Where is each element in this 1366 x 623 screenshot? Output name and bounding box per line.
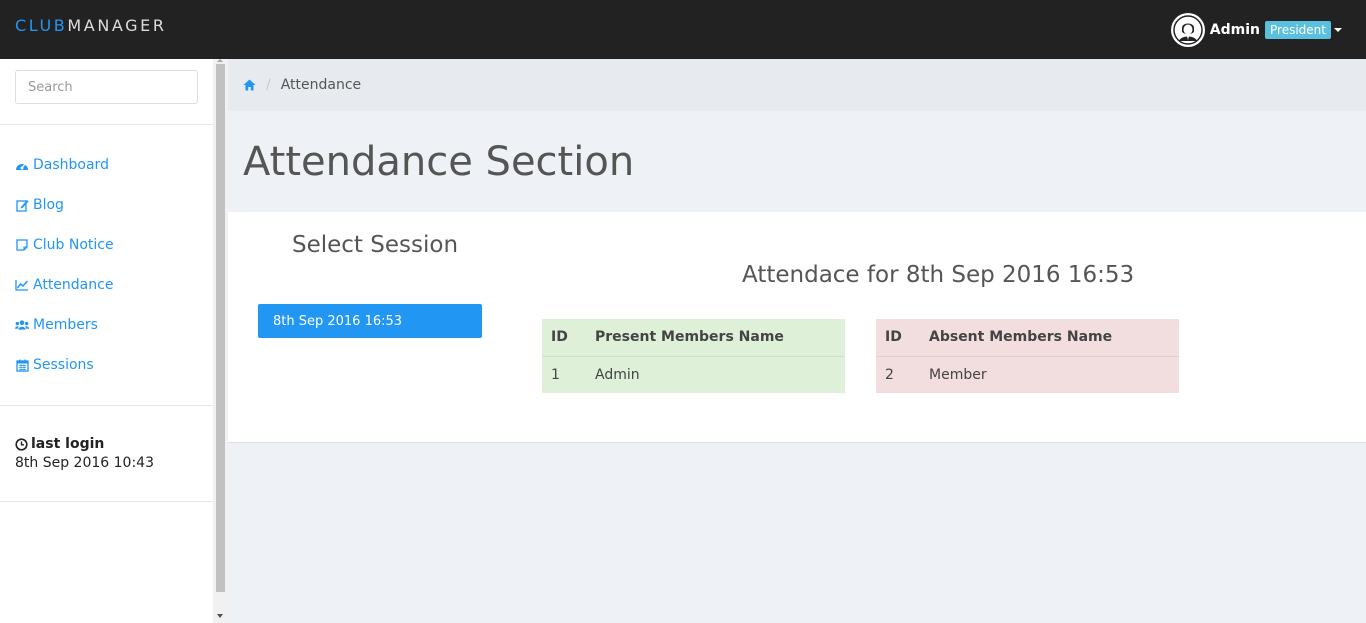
clock-icon <box>15 437 28 451</box>
page-title: Attendance Section <box>243 139 635 185</box>
sidebar-item-sessions[interactable]: Sessions <box>0 345 213 385</box>
user-avatar-icon <box>1173 15 1203 45</box>
sidebar-scrollbar[interactable] <box>213 59 228 623</box>
sidebar-search <box>0 59 213 125</box>
edit-icon <box>15 198 29 212</box>
cell-id: 1 <box>542 355 586 393</box>
last-login-panel: last login 8th Sep 2016 10:43 <box>0 406 213 502</box>
cell-id: 2 <box>876 355 920 393</box>
dashboard-icon <box>15 158 29 172</box>
breadcrumb: / Attendance <box>228 59 1366 111</box>
sidebar-item-members[interactable]: Members <box>0 305 213 345</box>
last-login-label-row: last login <box>15 436 198 452</box>
table-header-row: ID Absent Members Name <box>876 319 1179 356</box>
calendar-icon <box>15 358 29 372</box>
sidebar-nav: Dashboard Blog Club Notice Attendance Me… <box>0 125 213 406</box>
brand-logo[interactable]: CLUBMANAGER <box>15 16 167 35</box>
sidebar-item-club-notice[interactable]: Club Notice <box>0 225 213 265</box>
scroll-up-arrow-icon[interactable] <box>217 59 223 62</box>
search-input[interactable] <box>15 70 198 104</box>
absent-members-table: ID Absent Members Name 2 Member <box>876 319 1179 393</box>
breadcrumb-current: Attendance <box>280 77 362 93</box>
breadcrumb-separator: / <box>266 77 271 93</box>
brand-club-text: CLUB <box>15 16 68 35</box>
cell-name: Member <box>920 355 1179 393</box>
main-content: / Attendance Attendance Section Select S… <box>228 59 1366 623</box>
sidebar: Dashboard Blog Club Notice Attendance Me… <box>0 59 213 623</box>
column-header-id: ID <box>885 329 902 346</box>
top-navbar: CLUBMANAGER Admin President <box>0 0 1366 59</box>
scroll-down-arrow-icon[interactable] <box>217 614 223 618</box>
attendance-title: Attendace for 8th Sep 2016 16:53 <box>742 262 1135 288</box>
brand-manager-text: MANAGER <box>67 16 167 35</box>
sidebar-item-label: Members <box>33 317 98 333</box>
sidebar-item-label: Dashboard <box>33 157 109 173</box>
chevron-down-icon[interactable] <box>1334 28 1342 32</box>
sidebar-item-label: Blog <box>33 197 64 213</box>
select-session-title: Select Session <box>292 232 459 258</box>
user-menu[interactable]: Admin President <box>1170 13 1342 47</box>
session-button[interactable]: 8th Sep 2016 16:53 <box>258 304 482 338</box>
sidebar-item-blog[interactable]: Blog <box>0 185 213 225</box>
users-icon <box>15 318 29 332</box>
column-header-id: ID <box>551 329 568 346</box>
attendance-panel: Select Session 8th Sep 2016 16:53 Attend… <box>228 212 1366 443</box>
home-icon[interactable] <box>243 79 256 91</box>
sidebar-item-label: Club Notice <box>33 237 114 253</box>
scrollbar-thumb[interactable] <box>216 64 225 592</box>
role-badge: President <box>1265 21 1331 39</box>
sidebar-item-attendance[interactable]: Attendance <box>0 265 213 305</box>
avatar <box>1170 13 1205 47</box>
user-name: Admin <box>1209 22 1261 38</box>
table-row: 1 Admin <box>542 355 845 393</box>
column-header-name: Absent Members Name <box>929 329 1113 346</box>
sidebar-item-label: Sessions <box>33 357 94 373</box>
last-login-label: last login <box>31 436 105 452</box>
line-chart-icon <box>15 278 29 292</box>
table-header-row: ID Present Members Name <box>542 319 845 356</box>
column-header-name: Present Members Name <box>595 329 784 346</box>
notice-icon <box>15 238 29 252</box>
last-login-time: 8th Sep 2016 10:43 <box>15 455 154 471</box>
present-members-table: ID Present Members Name 1 Admin <box>542 319 845 393</box>
table-row: 2 Member <box>876 355 1179 393</box>
cell-name: Admin <box>586 355 845 393</box>
sidebar-item-label: Attendance <box>33 277 114 293</box>
sidebar-item-dashboard[interactable]: Dashboard <box>0 145 213 185</box>
